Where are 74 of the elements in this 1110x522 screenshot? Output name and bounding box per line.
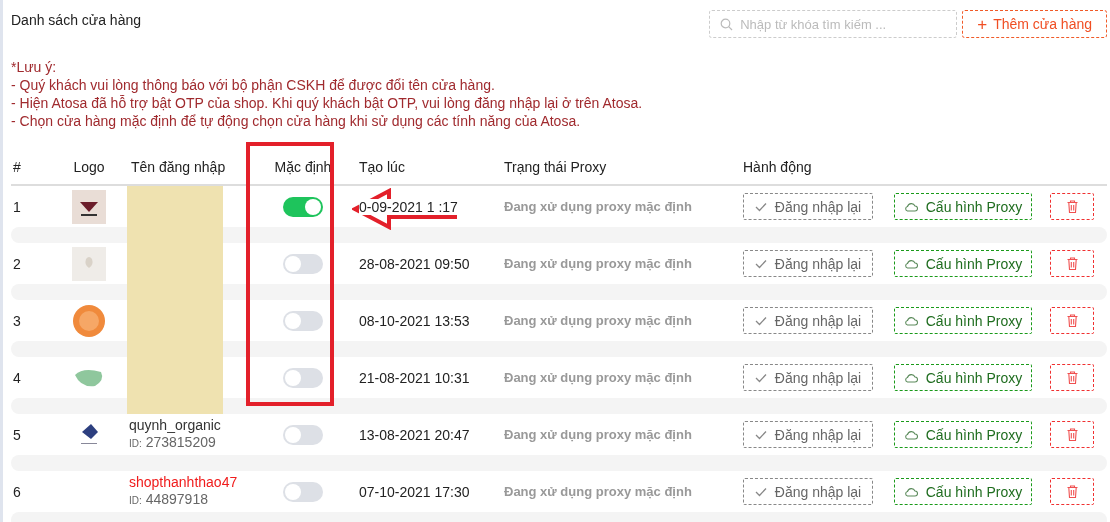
check-icon — [754, 486, 767, 497]
table-cell-text: 3 — [12, 312, 22, 329]
default-toggle[interactable] — [283, 253, 323, 274]
default-toggle[interactable] — [283, 367, 323, 388]
proxy-config-button[interactable]: Cấu hình Proxy — [894, 193, 1032, 220]
cloud-icon — [903, 258, 918, 269]
cloud-icon — [903, 486, 918, 497]
column-header: Trạng thái Proxy — [504, 159, 608, 175]
check-icon — [754, 258, 767, 269]
add-store-button[interactable]: + Thêm cửa hàng — [962, 10, 1107, 38]
delete-button[interactable] — [1050, 478, 1094, 505]
table-cell: 0-09-2021 1 :17 — [359, 198, 458, 215]
delete-button[interactable] — [1050, 193, 1094, 220]
trash-icon — [1066, 314, 1078, 327]
table-cell-text: Đang xử dụng proxy mặc định — [504, 370, 693, 385]
trash-icon — [1066, 200, 1078, 213]
cloud-icon — [903, 201, 918, 212]
column-header: Mặc định — [273, 159, 333, 175]
default-toggle[interactable] — [283, 424, 323, 445]
column-header: # — [12, 159, 22, 175]
username-text: shopthanhthao47 — [129, 474, 239, 491]
proxy-config-button[interactable]: Cấu hình Proxy — [894, 307, 1032, 334]
relogin-button[interactable]: Đăng nhập lại — [743, 421, 873, 448]
delete-button[interactable] — [1050, 307, 1094, 334]
default-toggle[interactable] — [283, 310, 323, 331]
proxy-config-button[interactable]: Cấu hình Proxy — [894, 421, 1032, 448]
note-text: - Chọn cửa hàng mặc định để tự động chọn cửa hàng khi sử dụng các tính năng của Atosa. — [11, 112, 582, 130]
delete-button[interactable] — [1050, 250, 1094, 277]
relogin-button[interactable]: Đăng nhập lại — [743, 250, 873, 277]
store-id-text: ID: 44897918 — [129, 491, 209, 509]
cloud-icon — [903, 315, 918, 326]
search-field[interactable]: Nhập từ khóa tìm kiếm ... — [709, 10, 958, 38]
relogin-button[interactable]: Đăng nhập lại — [743, 307, 873, 334]
check-icon — [754, 315, 767, 326]
delete-button[interactable] — [1050, 421, 1094, 448]
note-text: *Lưu ý: — [11, 58, 58, 76]
relogin-button[interactable]: Đăng nhập lại — [743, 478, 873, 505]
trash-icon — [1066, 371, 1078, 384]
column-header: Tên đăng nhập — [130, 159, 227, 175]
check-icon — [754, 372, 767, 383]
default-toggle[interactable] — [283, 481, 323, 502]
column-header: Hành động — [742, 159, 813, 175]
proxy-config-button[interactable]: Cấu hình Proxy — [894, 250, 1032, 277]
default-toggle[interactable] — [283, 196, 323, 217]
table-cell-text: 6 — [12, 483, 22, 500]
table-cell-text: 2 — [12, 255, 22, 272]
search-icon — [720, 18, 734, 31]
username-text: quynh_organic — [129, 417, 222, 434]
proxy-config-button[interactable]: Cấu hình Proxy — [894, 478, 1032, 505]
column-header: Tạo lúc — [359, 159, 406, 175]
store-id-text: ID: 273815209 — [129, 434, 217, 452]
relogin-button[interactable]: Đăng nhập lại — [743, 364, 873, 391]
table-cell-text: Đang xử dụng proxy mặc định — [504, 484, 693, 499]
note-text: - Quý khách vui lòng thông báo với bộ phận CSKH để được đổi tên cửa hàng. — [11, 76, 496, 94]
relogin-button[interactable]: Đăng nhập lại — [743, 193, 873, 220]
check-icon — [754, 429, 767, 440]
table-cell-text: Đang xử dụng proxy mặc định — [504, 313, 693, 328]
page-title: Danh sách cửa hàng — [11, 12, 141, 28]
trash-icon — [1066, 485, 1078, 498]
table-cell-text: 4 — [12, 369, 22, 386]
delete-button[interactable] — [1050, 364, 1094, 391]
table-cell-text: 5 — [12, 426, 22, 443]
column-header: Logo — [72, 159, 106, 175]
trash-icon — [1066, 257, 1078, 270]
trash-icon — [1066, 428, 1078, 441]
cloud-icon — [903, 372, 918, 383]
table-cell-text: Đang xử dụng proxy mặc định — [504, 256, 693, 271]
proxy-config-button[interactable]: Cấu hình Proxy — [894, 364, 1032, 391]
table-cell-text: Đang xử dụng proxy mặc định — [504, 427, 693, 442]
check-icon — [754, 201, 767, 212]
cloud-icon — [903, 429, 918, 440]
table-cell-text: Đang xử dụng proxy mặc định — [504, 199, 693, 214]
note-text: - Hiện Atosa đã hỗ trợ bật OTP của shop. Khi quý khách bật OTP, vui lòng đăng nhập lại ở trên Atosa. — [11, 94, 644, 112]
table-cell-text: 1 — [12, 198, 22, 215]
